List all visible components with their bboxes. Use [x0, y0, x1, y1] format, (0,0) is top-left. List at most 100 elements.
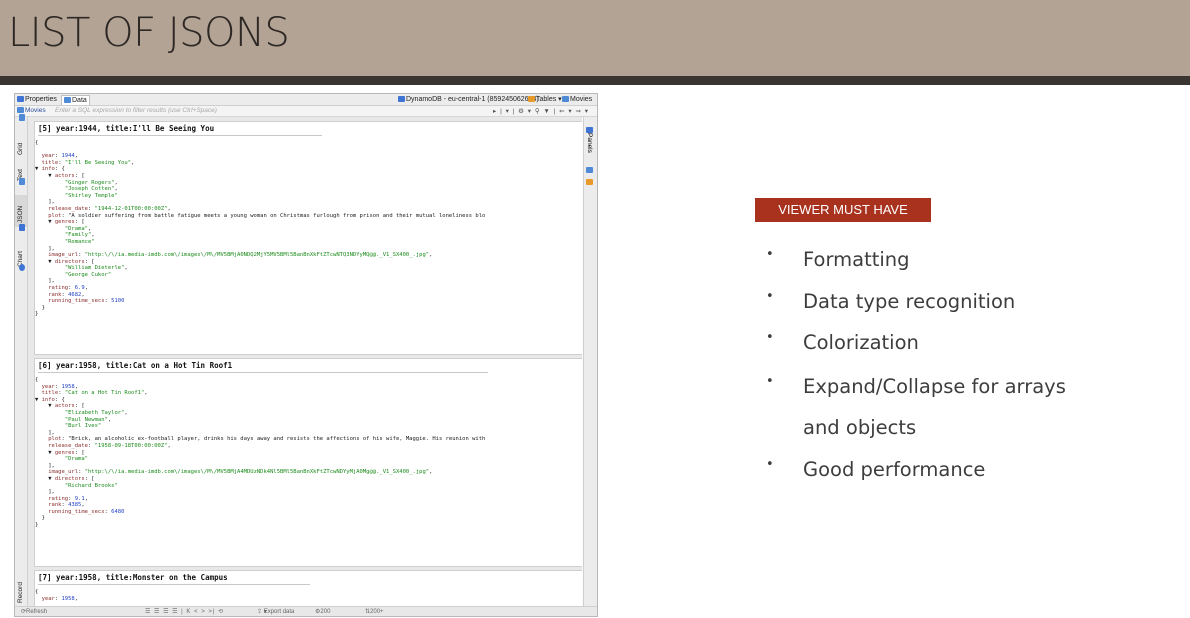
json-line[interactable]: ▼ directors: [	[35, 476, 582, 483]
json-line: ],	[35, 462, 55, 469]
json-line: image_url: "http:\/\/ia.media-imdb.com\/…	[48, 252, 433, 259]
chart-icon[interactable]	[15, 264, 27, 279]
tab-properties[interactable]: Properties	[17, 95, 57, 104]
view-grid-icon[interactable]	[15, 114, 27, 131]
left-view-rail: Grid Text JSON Chart Record	[15, 114, 28, 606]
tables-icon	[528, 96, 535, 103]
tab-data[interactable]: Data	[61, 95, 90, 105]
json-line: year: 1944,	[41, 153, 79, 160]
properties-icon	[17, 96, 24, 103]
json-line: {	[35, 377, 39, 383]
table-movies-label: Movies	[570, 96, 593, 103]
json-line: rank: 4682,	[48, 291, 85, 298]
table-icon	[562, 96, 569, 103]
view-tab-json[interactable]: JSON	[15, 195, 27, 227]
json-line: image_url: "http:\/\/ia.media-imdb.com\/…	[48, 469, 433, 476]
filter-table-label: Movies	[17, 107, 46, 114]
filter-controls[interactable]: ▸ | ▾ | ⚙ ▾ ⚲ ▼ | ⇐ ▾ ⇒ ▾	[493, 107, 589, 115]
bullet-icon: •	[766, 457, 774, 472]
table-icon	[17, 107, 24, 114]
json-line[interactable]: ▼ info: {	[35, 166, 582, 173]
json-line: running_time_secs: 5100	[48, 298, 125, 305]
json-line: }	[35, 515, 45, 522]
json-record-5: [5] year:1944, title:I'll Be Seeing You …	[34, 121, 582, 355]
json-view-icon[interactable]	[15, 224, 27, 239]
json-body: { year: 1958,	[35, 589, 582, 602]
json-line: running_time_secs: 6480	[48, 508, 125, 515]
record-divider	[38, 135, 322, 136]
filter-input[interactable]: Enter a SQL expression to filter results…	[55, 107, 217, 114]
json-line[interactable]: ▼ genres: [	[35, 450, 582, 457]
json-line: "Paul Newman",	[64, 416, 112, 423]
connection-text: DynamoDB - eu-central-1 (859245062624)	[406, 96, 539, 103]
json-line: "Shirley Temple"	[64, 192, 118, 199]
json-line: "Burl Ives"	[64, 423, 102, 430]
tab-properties-label: Properties	[25, 96, 57, 103]
export-data-button[interactable]: ⇪ Export data ▾	[257, 608, 294, 615]
json-body: { year: 1944, title: "I'll Be Seeing You…	[35, 140, 582, 318]
data-grid-icon	[64, 97, 71, 104]
table-movies[interactable]: Movies	[562, 95, 592, 104]
json-body: { year: 1958, title: "Cat on a Hot Tin R…	[35, 377, 582, 529]
record-divider	[38, 372, 488, 373]
json-line: "Richard Brooks"	[64, 482, 118, 489]
json-record-6: [6] year:1958, title:Cat on a Hot Tin Ro…	[34, 358, 582, 567]
json-line: "George Cukor"	[64, 271, 112, 278]
connection-label[interactable]: DynamoDB - eu-central-1 (859245062624)	[398, 95, 539, 104]
refresh-button[interactable]: ⟳ Refresh	[21, 608, 47, 615]
json-line: ],	[35, 199, 55, 206]
json-line: }	[35, 522, 39, 529]
slide-title: LIST OF JSONS	[8, 10, 290, 56]
json-line[interactable]: ▼ actors: [	[35, 173, 582, 180]
panels-tab[interactable]: Panels	[586, 133, 593, 153]
json-line: rating: 6.9,	[48, 285, 88, 292]
record-header: [7] year:1958, title:Monster on the Camp…	[38, 573, 228, 582]
bullet-icon: •	[766, 289, 774, 304]
view-tab-grid[interactable]: Grid	[15, 131, 27, 157]
json-line: "Drama"	[64, 456, 88, 463]
json-line: title: "I'll Be Seeing You",	[41, 159, 135, 166]
json-line: "Romance"	[64, 238, 95, 245]
json-line: {	[35, 140, 39, 146]
database-icon	[398, 96, 405, 103]
right-panels-rail: Panels	[583, 117, 597, 606]
json-line: title: "Cat on a Hot Tin Roof1",	[41, 390, 148, 397]
panel-tool-icon[interactable]	[586, 173, 594, 191]
json-line: release_date: "1958-09-18T00:00:00Z",	[48, 442, 171, 449]
json-line: {	[35, 589, 39, 595]
json-line: rank: 4385,	[48, 502, 85, 509]
header-divider-bar	[0, 76, 1190, 85]
json-line[interactable]: ▼ genres: [	[35, 219, 582, 226]
view-tab-record[interactable]: Record	[15, 577, 27, 605]
json-line: ],	[35, 278, 55, 285]
json-line: plot: "A soldier suffering from battle f…	[48, 212, 486, 219]
json-line: "Drama",	[64, 225, 92, 232]
navigation-buttons[interactable]: ☰ ☰ ☰ ☰ | K < > >| ⟲	[145, 608, 224, 615]
json-line[interactable]: ▼ actors: [	[35, 403, 582, 410]
json-line: ],	[35, 429, 55, 436]
json-line: rating: 9.1,	[48, 495, 88, 502]
row-count-label: ⇅ 200+	[365, 609, 384, 615]
json-line[interactable]: ▼ info: {	[35, 397, 582, 404]
text-view-icon[interactable]	[15, 178, 27, 193]
json-line: "William Dieterle",	[64, 265, 128, 272]
json-line: release_date: "1944-12-01T00:00:00Z",	[48, 205, 171, 212]
fetch-size-field[interactable]: ⚙ 200	[315, 608, 330, 615]
json-line: "Family",	[64, 232, 95, 239]
record-header: [5] year:1944, title:I'll Be Seeing You	[38, 124, 215, 133]
tab-data-label: Data	[72, 97, 87, 104]
bullet-icon: •	[766, 330, 774, 345]
json-line: }	[35, 311, 39, 318]
json-line: "Joseph Cotten",	[64, 186, 118, 193]
json-line[interactable]: ▼ directors: [	[35, 259, 582, 266]
tables-label: Tables	[536, 96, 557, 103]
record-header: [6] year:1958, title:Cat on a Hot Tin Ro…	[38, 361, 233, 370]
json-record-7: [7] year:1958, title:Monster on the Camp…	[34, 570, 582, 606]
filter-bar: Movies Enter a SQL expression to filter …	[15, 106, 597, 117]
tables-menu[interactable]: Tables ▾	[528, 95, 562, 104]
json-line: }	[35, 304, 45, 311]
json-viewer-window: Properties Data DynamoDB - eu-central-1 …	[14, 93, 598, 617]
json-line: year: 1958,	[41, 383, 79, 390]
json-records-list: [5] year:1944, title:I'll Be Seeing You …	[28, 117, 582, 606]
json-line: "Ginger Rogers",	[64, 179, 118, 186]
